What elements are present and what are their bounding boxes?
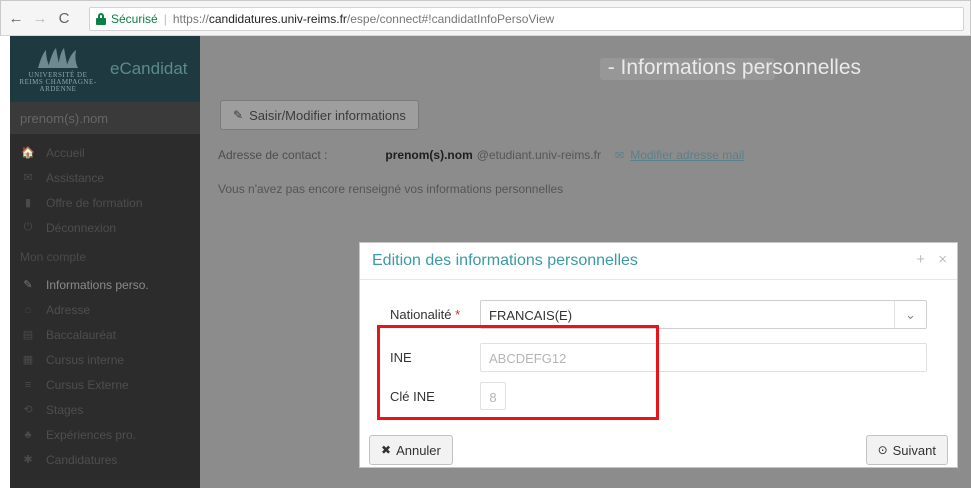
nationality-label: Nationalité * (390, 307, 460, 322)
page-title: - Informations personnelles (607, 56, 861, 79)
forward-button[interactable]: → (31, 10, 49, 27)
menu-item-deconnexion[interactable]: ⏻ Déconnexion (10, 215, 200, 240)
pencil-icon: ✎ (23, 279, 33, 291)
menu-label: Expériences pro. (46, 427, 137, 442)
dialog-title: Edition des informations personnelles (372, 252, 638, 269)
secure-label: Sécurisé (111, 12, 158, 26)
browser-toolbar: ← → C Sécurisé | https:// candidatures.u… (0, 0, 971, 36)
cancel-button[interactable]: ✖ Annuler (369, 435, 453, 465)
user-name: prenom(s).nom (10, 102, 200, 134)
menu-label: Baccalauréat (46, 327, 117, 342)
crown-icon (38, 48, 78, 68)
section-mon-compte: Mon compte (20, 250, 87, 264)
menu-item-informations-perso[interactable]: ✎ Informations perso. (10, 272, 200, 297)
contact-name: prenom(s).nom (385, 148, 473, 162)
edit-info-button[interactable]: ✎ Saisir/Modifier informations (220, 100, 419, 130)
menu-label: Stages (46, 402, 84, 417)
menu-label: Informations perso. (46, 277, 149, 292)
address-bar[interactable]: Sécurisé | https:// candidatures.univ-re… (89, 7, 964, 31)
contact-domain: @etudiant.univ-reims.fr (476, 148, 601, 162)
required-marker: * (455, 307, 461, 322)
reload-button[interactable]: C (55, 10, 73, 27)
menu-item-accueil[interactable]: 🏠 Accueil (10, 140, 200, 165)
red-highlight-box (377, 325, 659, 420)
contact-label: Adresse de contact : (218, 148, 328, 162)
envelope-icon: ✉ (614, 149, 625, 162)
bookmark-icon: ▮ (24, 197, 32, 209)
nationality-value: FRANCAIS(E) (489, 308, 573, 323)
diploma-icon: ▤ (22, 329, 34, 341)
menu-item-cursus-externe[interactable]: ≡ Cursus Externe (10, 372, 200, 397)
sidebar: UNIVERSITÉ DE REIMS CHAMPAGNE-ARDENNE eC… (10, 36, 200, 488)
home-icon: 🏠 (21, 147, 35, 159)
cancel-label: Annuler (396, 442, 441, 458)
nationality-label-text: Nationalité (390, 307, 452, 322)
assistance-icon: ✉ (23, 172, 33, 184)
arrow-circle-icon: ⊙ (877, 443, 888, 457)
cycle-icon: ⟲ (23, 404, 33, 416)
menu-item-candidatures[interactable]: ✱ Candidatures (10, 447, 200, 472)
dialog-header: Edition des informations personnelles + … (360, 243, 957, 280)
lock-icon (96, 13, 106, 25)
menu-item-offre-formation[interactable]: ▮ Offre de formation (10, 190, 200, 215)
menu-item-adresse[interactable]: ⌂ Adresse (10, 297, 200, 322)
menu-label: Cursus Externe (46, 377, 129, 392)
menu-item-baccalaureat[interactable]: ▤ Baccalauréat (10, 322, 200, 347)
menu-item-assistance[interactable]: ✉ Assistance (10, 165, 200, 190)
menu-label: Cursus interne (46, 352, 125, 367)
menu-label: Offre de formation (46, 195, 143, 210)
app-container: UNIVERSITÉ DE REIMS CHAMPAGNE-ARDENNE eC… (0, 36, 971, 488)
people-icon: ♣ (24, 428, 32, 441)
edit-info-label: Saisir/Modifier informations (249, 107, 406, 123)
brand-header: UNIVERSITÉ DE REIMS CHAMPAGNE-ARDENNE eC… (10, 36, 200, 102)
close-icon[interactable]: × (938, 251, 947, 268)
power-icon: ⏻ (23, 221, 33, 233)
logo-text: UNIVERSITÉ DE REIMS CHAMPAGNE-ARDENNE (19, 71, 97, 93)
menu-item-experiences-pro[interactable]: ♣ Expériences pro. (10, 422, 200, 447)
next-button[interactable]: ⊙ Suivant (865, 435, 948, 465)
edit-personal-info-dialog: Edition des informations personnelles + … (359, 242, 958, 468)
menu-label: Assistance (46, 170, 105, 185)
address-icon: ⌂ (24, 303, 32, 316)
menu-label: Adresse (46, 302, 91, 317)
menu-label: Déconnexion (46, 220, 117, 235)
contact-row: Adresse de contact : prenom(s).nom @etud… (218, 148, 744, 162)
no-info-message: Vous n'avez pas encore renseigné vos inf… (218, 182, 564, 196)
url-path: /espe/connect#!candidatInfoPersoView (346, 12, 555, 26)
menu-item-stages[interactable]: ⟲ Stages (10, 397, 200, 422)
asterisk-icon: ✱ (23, 454, 33, 466)
list-icon: ≡ (24, 378, 32, 391)
pencil-icon: ✎ (233, 108, 244, 122)
menu-label: Accueil (46, 145, 85, 160)
url-separator: | (163, 12, 167, 26)
modify-email-link[interactable]: Modifier adresse mail (630, 148, 744, 162)
menu-item-cursus-interne[interactable]: ▦ Cursus interne (10, 347, 200, 372)
url-host: candidatures.univ-reims.fr (208, 12, 347, 26)
back-button[interactable]: ← (7, 10, 25, 27)
next-label: Suivant (892, 442, 936, 458)
app-title: eCandidat (110, 59, 188, 78)
menu-label: Candidatures (46, 452, 118, 467)
maximize-icon[interactable]: + (916, 251, 925, 268)
url-protocol: https:// (172, 12, 209, 26)
x-icon: ✖ (381, 443, 392, 457)
bank-icon: ▦ (22, 354, 34, 366)
chevron-down-icon[interactable]: ⌄ (894, 301, 926, 328)
university-logo: UNIVERSITÉ DE REIMS CHAMPAGNE-ARDENNE (18, 44, 98, 94)
